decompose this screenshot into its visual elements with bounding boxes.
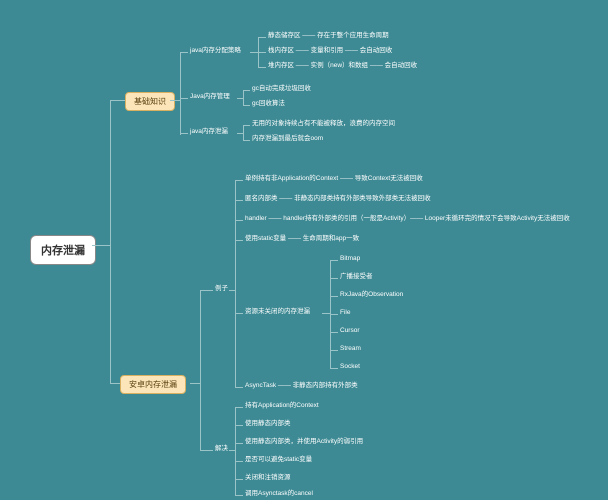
node-asynctask: AsyncTask —— 非静态内部持有外部类 xyxy=(245,382,358,390)
node-gc-auto: gc自动完成垃圾回收 xyxy=(252,85,311,93)
connector xyxy=(235,425,243,426)
node-rxjava: RxJava的Observation xyxy=(340,291,403,299)
connector xyxy=(237,98,243,99)
connector xyxy=(200,290,213,291)
node-heap-zone: 堆内存区 —— 实例（new）和数组 —— 会自动回收 xyxy=(268,62,417,70)
node-alloc-strategy: java内存分配策略 xyxy=(190,47,241,55)
connector xyxy=(330,368,338,369)
connector xyxy=(235,387,243,388)
root-node[interactable]: 内存泄漏 xyxy=(30,235,96,265)
connector xyxy=(180,133,188,134)
connector xyxy=(235,461,243,462)
connector xyxy=(235,220,243,221)
connector xyxy=(243,90,244,105)
connector xyxy=(170,100,180,101)
node-avoid-static: 是否可以避免static变量 xyxy=(245,456,312,464)
connector xyxy=(110,100,111,383)
connector xyxy=(258,37,266,38)
connector xyxy=(110,383,120,384)
node-cases: 例子 xyxy=(215,285,228,293)
connector xyxy=(250,52,258,53)
connector xyxy=(235,479,243,480)
node-socket: Socket xyxy=(340,363,360,371)
connector xyxy=(229,450,235,451)
connector xyxy=(110,100,125,101)
branch-basics[interactable]: 基础知识 xyxy=(125,92,175,111)
node-gc-algo: gc回收算法 xyxy=(252,100,285,108)
connector xyxy=(229,290,235,291)
connector xyxy=(243,140,250,141)
node-unclosed: 资源未关闭的内存泄漏 xyxy=(245,308,310,316)
connector xyxy=(235,407,236,495)
branch-android[interactable]: 安卓内存泄漏 xyxy=(120,375,186,394)
connector xyxy=(330,278,338,279)
node-cursor: Cursor xyxy=(340,327,360,335)
node-close-unreg: 关闭和注销资源 xyxy=(245,474,291,482)
node-cancel-async: 调用Asynctask的cancel xyxy=(245,490,313,498)
node-mgmt: Java内存管理 xyxy=(190,93,230,101)
connector xyxy=(180,52,188,53)
connector xyxy=(243,90,250,91)
node-static-var: 使用static变量 —— 生命周期和app一致 xyxy=(245,235,359,243)
connector xyxy=(258,52,266,53)
connector xyxy=(235,200,243,201)
connector xyxy=(330,332,338,333)
connector xyxy=(330,314,338,315)
node-app-ctx: 持有Application的Context xyxy=(245,402,319,410)
connector xyxy=(235,443,243,444)
connector xyxy=(235,180,243,181)
node-static-zone: 静态储存区 —— 存在于整个应用生命周期 xyxy=(268,32,389,40)
node-file: File xyxy=(340,309,350,317)
connector xyxy=(243,105,250,106)
connector xyxy=(180,98,188,99)
connector xyxy=(330,260,338,261)
node-stream: Stream xyxy=(340,345,361,353)
connector xyxy=(200,450,213,451)
connector xyxy=(235,495,243,496)
node-oom: 内存泄漏到最后就会oom xyxy=(252,135,323,143)
connector xyxy=(235,407,243,408)
node-static-weak: 使用静态内部类，并使用Activity的弱引用 xyxy=(245,438,363,446)
node-bitmap: Bitmap xyxy=(340,255,360,263)
node-broadcast: 广播接受者 xyxy=(340,273,373,281)
node-handler: handler —— handler持有外部类的引用（一般是Activity）—… xyxy=(245,215,570,223)
connector xyxy=(322,313,330,314)
node-solve: 解决 xyxy=(215,445,228,453)
node-anon-inner: 匿名内部类 —— 非静态内部类持有外部类导致外部类无法被回收 xyxy=(245,195,431,203)
connector xyxy=(237,133,243,134)
node-stack-zone: 栈内存区 —— 变量和引用 —— 会自动回收 xyxy=(268,47,392,55)
connector xyxy=(243,125,250,126)
node-singleton: 单例持有非Application的Context —— 导致Context无法被… xyxy=(245,175,423,183)
connector xyxy=(200,290,201,450)
connector xyxy=(235,240,243,241)
connector xyxy=(243,125,244,140)
connector xyxy=(235,180,236,387)
connector xyxy=(180,52,181,135)
connector xyxy=(92,245,110,246)
connector xyxy=(330,296,338,297)
connector xyxy=(190,383,200,384)
connector xyxy=(258,67,266,68)
connector xyxy=(235,313,243,314)
node-no-release: 无用的对象持续占有不能被释放，浪费的内存空间 xyxy=(252,120,395,128)
node-leak: java内存泄漏 xyxy=(190,128,228,136)
node-static-inner: 使用静态内部类 xyxy=(245,420,291,428)
connector xyxy=(330,350,338,351)
